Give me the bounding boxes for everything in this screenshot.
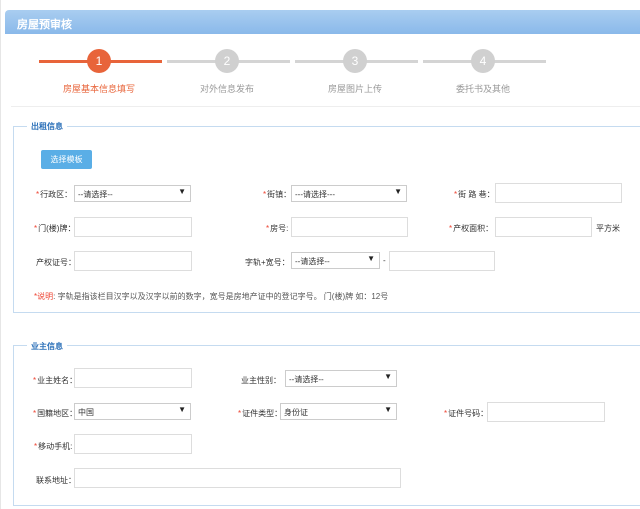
step-4-circle[interactable]: 4: [471, 49, 495, 73]
street-label: *街镇：: [263, 190, 292, 199]
step-1-circle[interactable]: 1: [87, 49, 111, 73]
owner-gender-label: 业主性别：: [241, 376, 281, 385]
room-input[interactable]: [291, 217, 408, 237]
area-unit: 平方米: [596, 224, 620, 233]
cert-input[interactable]: [74, 251, 192, 271]
road-input[interactable]: [495, 183, 622, 203]
id-number-input[interactable]: [487, 402, 605, 422]
dropdown-arrow-icon: ▼: [367, 254, 375, 263]
dropdown-arrow-icon: ▼: [178, 187, 186, 196]
zigui-dash: -: [383, 256, 386, 265]
address-input[interactable]: [74, 468, 401, 488]
dropdown-arrow-icon: ▼: [384, 405, 392, 414]
header-bar: 房屋预审核: [5, 10, 640, 34]
rent-info-legend: 出租信息: [27, 121, 67, 132]
owner-name-input[interactable]: [74, 368, 192, 388]
dropdown-arrow-icon: ▼: [394, 187, 402, 196]
id-number-label: *证件号码：: [444, 409, 489, 418]
door-input[interactable]: [74, 217, 192, 237]
step-3-label: 房屋图片上传: [327, 84, 382, 94]
door-label: *门(楼)牌：: [34, 224, 76, 233]
step-4-label: 委托书及其他: [455, 84, 510, 94]
area-input[interactable]: [495, 217, 592, 237]
step-2-circle[interactable]: 2: [215, 49, 239, 73]
dropdown-arrow-icon: ▼: [178, 405, 186, 414]
district-label: *行政区：: [36, 190, 73, 199]
divider: [11, 106, 640, 107]
dropdown-arrow-icon: ▼: [384, 372, 392, 381]
road-label: *街 路 巷：: [454, 190, 495, 199]
district-select[interactable]: --请选择-- ▼: [74, 185, 191, 202]
step-3-circle[interactable]: 3: [343, 49, 367, 73]
cert-label: 产权证号：: [36, 258, 76, 267]
page: 房屋预审核 1 2 3 4 房屋基本信息填写 对外信息发布 房屋图片上传 委托书…: [0, 0, 640, 509]
owner-gender-select[interactable]: --请选择-- ▼: [285, 370, 397, 387]
step-1-label: 房屋基本信息填写: [62, 84, 135, 94]
page-title: 房屋预审核: [17, 19, 72, 31]
select-template-button[interactable]: 选择模板: [41, 150, 92, 169]
zigui-label: 字轨+宽号：: [245, 258, 290, 267]
country-select[interactable]: 中国 ▼: [74, 403, 191, 420]
mobile-label: *移动手机:: [34, 442, 73, 451]
zigui-number-input[interactable]: [389, 251, 495, 271]
country-label: *国籍地区：: [33, 409, 78, 418]
area-label: *产权面积：: [449, 224, 494, 233]
owner-name-label: *业主姓名：: [33, 376, 78, 385]
id-type-select[interactable]: 身份证 ▼: [280, 403, 397, 420]
street-select[interactable]: ---请选择--- ▼: [291, 185, 407, 202]
mobile-input[interactable]: [74, 434, 192, 454]
id-type-label: *证件类型：: [238, 409, 283, 418]
step-2-label: 对外信息发布: [199, 84, 254, 94]
zigui-select[interactable]: --请选择-- ▼: [291, 252, 380, 269]
rent-note: *说明: 字轨是指该栏目汉字以及汉字以前的数字，宽号是房地产证中的登记字号。 门…: [34, 292, 389, 301]
owner-info-legend: 业主信息: [27, 341, 67, 352]
room-label: *房号:: [266, 224, 289, 233]
address-label: 联系地址：: [36, 476, 76, 485]
